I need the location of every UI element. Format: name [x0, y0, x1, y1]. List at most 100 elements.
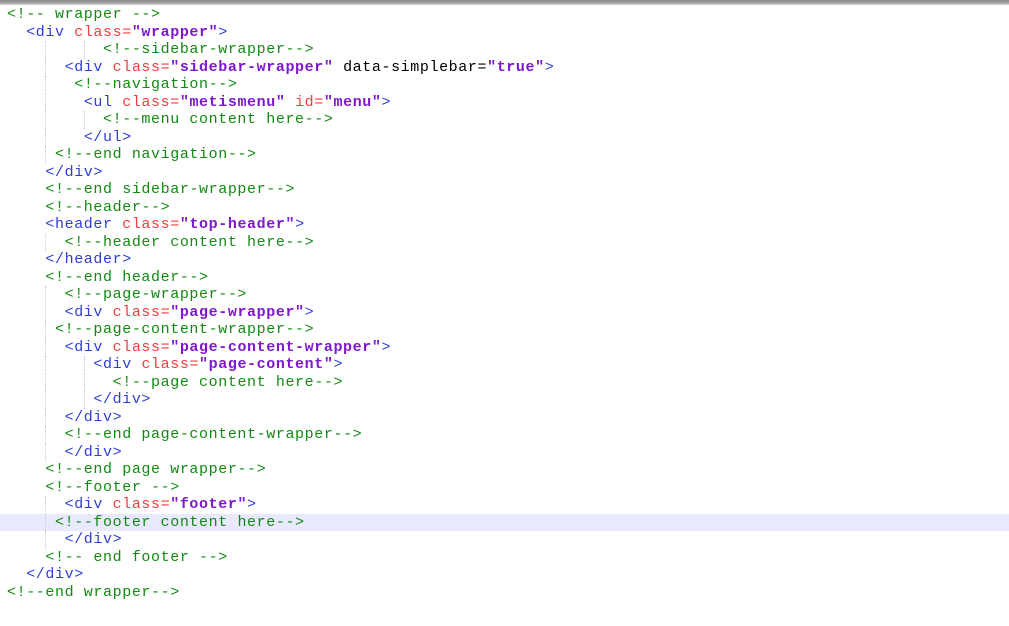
code-line[interactable]: <div class="sidebar-wrapper" data-simple…	[0, 59, 1009, 77]
code-line[interactable]: <!--page-content-wrapper-->	[0, 321, 1009, 339]
token-comment: <!-- end footer -->	[45, 549, 227, 566]
code-line[interactable]: </header>	[0, 251, 1009, 269]
code-line[interactable]: </div>	[0, 391, 1009, 409]
code-line[interactable]: </div>	[0, 566, 1009, 584]
indent-whitespace	[7, 304, 65, 321]
indent-whitespace	[7, 164, 45, 181]
token-tag: <ul	[84, 94, 113, 111]
indent-whitespace	[7, 24, 26, 41]
token-tag: >	[333, 356, 343, 373]
indent-guide	[45, 409, 46, 427]
indent-whitespace	[7, 374, 113, 391]
indent-guide	[84, 374, 85, 392]
token-comment: <!--header-->	[45, 199, 170, 216]
token-text	[113, 94, 123, 111]
indent-whitespace	[7, 339, 65, 356]
token-text	[103, 339, 113, 356]
code-line[interactable]: <!--sidebar-wrapper-->	[0, 41, 1009, 59]
code-line[interactable]: <div class="page-wrapper">	[0, 304, 1009, 322]
code-line[interactable]: <!--end page wrapper-->	[0, 461, 1009, 479]
code-line[interactable]: </ul>	[0, 129, 1009, 147]
indent-guide	[84, 111, 85, 129]
indent-guide	[45, 286, 46, 304]
token-tag: <div	[65, 59, 103, 76]
token-tag: >	[295, 216, 305, 233]
code-line[interactable]: <div class="footer">	[0, 496, 1009, 514]
token-comment: <!--menu content here-->	[103, 111, 333, 128]
token-tag: </div>	[65, 444, 123, 461]
indent-whitespace	[7, 41, 103, 58]
code-line[interactable]: <!--end page-content-wrapper-->	[0, 426, 1009, 444]
code-line[interactable]: <!--end sidebar-wrapper-->	[0, 181, 1009, 199]
token-tag: </div>	[65, 531, 123, 548]
indent-whitespace	[7, 531, 65, 548]
indent-whitespace	[7, 444, 65, 461]
indent-guide	[45, 129, 46, 147]
indent-guide	[45, 59, 46, 77]
code-line[interactable]: <div class="wrapper">	[0, 24, 1009, 42]
token-comment: <!--end sidebar-wrapper-->	[45, 181, 295, 198]
code-line[interactable]: </div>	[0, 164, 1009, 182]
token-tag: >	[382, 94, 392, 111]
code-line[interactable]: </div>	[0, 531, 1009, 549]
token-comment: <!--header content here-->	[65, 234, 315, 251]
indent-whitespace	[7, 59, 65, 76]
token-comment: <!--end wrapper-->	[7, 584, 180, 601]
token-comment: <!--end page wrapper-->	[45, 461, 266, 478]
indent-guide	[45, 356, 46, 374]
token-tag: <header	[45, 216, 112, 233]
code-line[interactable]: <!--end header-->	[0, 269, 1009, 287]
indent-whitespace	[7, 146, 55, 163]
indent-whitespace	[7, 321, 55, 338]
token-tag: >	[381, 339, 391, 356]
token-attribute: class=	[122, 94, 180, 111]
current-line-highlight[interactable]: <!--footer content here-->	[0, 514, 1009, 532]
indent-whitespace	[7, 514, 55, 531]
indent-whitespace	[7, 409, 65, 426]
indent-guide	[45, 531, 46, 549]
token-tag: </ul>	[84, 129, 132, 146]
token-attribute: class=	[122, 216, 180, 233]
token-tag: </div>	[65, 409, 123, 426]
code-line[interactable]: <!--footer -->	[0, 479, 1009, 497]
code-line[interactable]: <!--end navigation-->	[0, 146, 1009, 164]
code-line[interactable]: <!--navigation-->	[0, 76, 1009, 94]
token-tag: </div>	[45, 164, 103, 181]
indent-whitespace	[7, 269, 45, 286]
code-line[interactable]: </div>	[0, 444, 1009, 462]
indent-guide	[84, 391, 85, 409]
token-string: "top-header"	[180, 216, 295, 233]
indent-guide	[84, 41, 85, 59]
code-line[interactable]: <!--page content here-->	[0, 374, 1009, 392]
code-line[interactable]: <header class="top-header">	[0, 216, 1009, 234]
code-line[interactable]: <!-- wrapper -->	[0, 6, 1009, 24]
indent-whitespace	[7, 426, 65, 443]
code-line[interactable]: <ul class="metismenu" id="menu">	[0, 94, 1009, 112]
token-text	[113, 216, 123, 233]
token-tag: >	[545, 59, 555, 76]
code-line[interactable]: </div>	[0, 409, 1009, 427]
code-line[interactable]: <!--menu content here-->	[0, 111, 1009, 129]
token-text	[285, 94, 295, 111]
indent-whitespace	[7, 461, 45, 478]
code-line[interactable]: <!-- end footer -->	[0, 549, 1009, 567]
code-line[interactable]: <!--page-wrapper-->	[0, 286, 1009, 304]
token-tag: <div	[65, 304, 103, 321]
indent-guide	[45, 339, 46, 357]
code-line[interactable]: <!--header content here-->	[0, 234, 1009, 252]
indent-guide	[45, 321, 46, 339]
indent-guide	[45, 374, 46, 392]
token-comment: <!--end header-->	[45, 269, 208, 286]
indent-guide	[45, 76, 46, 94]
code-line[interactable]: <!--end wrapper-->	[0, 584, 1009, 602]
token-string: "menu"	[324, 94, 382, 111]
token-attribute: class=	[113, 304, 171, 321]
token-tag: >	[305, 304, 315, 321]
indent-whitespace	[7, 199, 45, 216]
code-line[interactable]: <div class="page-content">	[0, 356, 1009, 374]
code-line[interactable]: <div class="page-content-wrapper">	[0, 339, 1009, 357]
code-line[interactable]: <!--header-->	[0, 199, 1009, 217]
code-editor[interactable]: <!-- wrapper --> <div class="wrapper"> <…	[0, 5, 1009, 601]
token-attribute: id=	[295, 94, 324, 111]
indent-guide	[45, 146, 46, 164]
